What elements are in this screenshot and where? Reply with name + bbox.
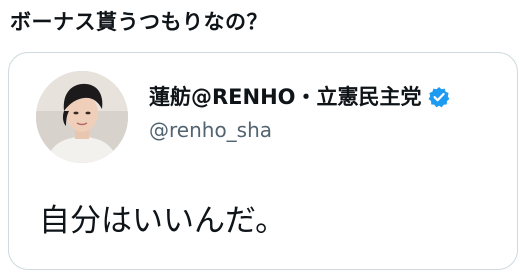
author-name-row[interactable]: 蓮舫@RENHO・立憲民主党 xyxy=(149,83,450,111)
avatar[interactable] xyxy=(36,71,128,163)
verified-badge-icon xyxy=(428,86,450,108)
author-handle[interactable]: @renho_sha xyxy=(149,117,272,143)
tweet-text: 自分はいいんだ。 xyxy=(39,203,287,239)
quoted-tweet-card[interactable]: 蓮舫@RENHO・立憲民主党 @renho_sha 自分はいいんだ。 xyxy=(8,52,518,270)
avatar-photo xyxy=(36,71,128,163)
display-name[interactable]: 蓮舫@RENHO・立憲民主党 xyxy=(149,83,422,111)
caption-text: ボーナス貰うつもりなの？ xyxy=(10,10,268,34)
